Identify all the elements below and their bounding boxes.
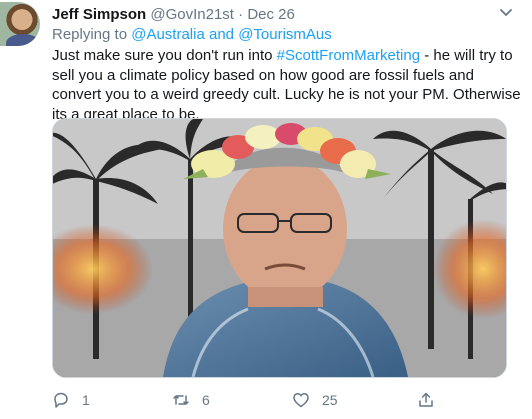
chevron-down-icon[interactable] [498, 6, 514, 20]
reply-icon [54, 392, 68, 408]
like-count: 25 [322, 392, 338, 408]
tweet-date[interactable]: Dec 26 [247, 6, 295, 23]
avatar[interactable] [0, 2, 40, 46]
separator-dot: · [238, 6, 244, 23]
reply-mention-australia[interactable]: @Australia [131, 26, 205, 43]
reply-and[interactable]: and [209, 26, 234, 43]
reply-button[interactable]: 1 [52, 391, 90, 409]
heart-icon [293, 393, 309, 408]
reply-count: 1 [82, 392, 90, 408]
replying-to-line: Replying to @Australia and @TourismAus [52, 26, 332, 43]
hashtag-link[interactable]: #ScottFromMarketing [277, 47, 420, 64]
retweet-count: 6 [202, 392, 210, 408]
tweet-image[interactable] [52, 118, 507, 378]
tweet-header: Jeff Simpson @GovIn21st · Dec 26 [52, 6, 295, 23]
share-icon [419, 392, 433, 407]
author-name[interactable]: Jeff Simpson [52, 6, 146, 23]
replying-prefix: Replying to [52, 26, 128, 43]
share-button[interactable] [417, 391, 447, 409]
tweet-actions: 1 6 25 [52, 391, 522, 411]
tweet[interactable]: Jeff Simpson @GovIn21st · Dec 26 Replyin… [0, 0, 532, 419]
retweet-button[interactable]: 6 [172, 391, 210, 409]
retweet-icon [173, 395, 189, 405]
reply-mention-tourismaus[interactable]: @TourismAus [238, 26, 332, 43]
author-handle[interactable]: @GovIn21st [150, 6, 234, 23]
tweet-text-start: Just make sure you don't run into [52, 47, 277, 64]
like-button[interactable]: 25 [292, 391, 338, 409]
tweet-text: Just make sure you don't run into #Scott… [52, 46, 522, 124]
